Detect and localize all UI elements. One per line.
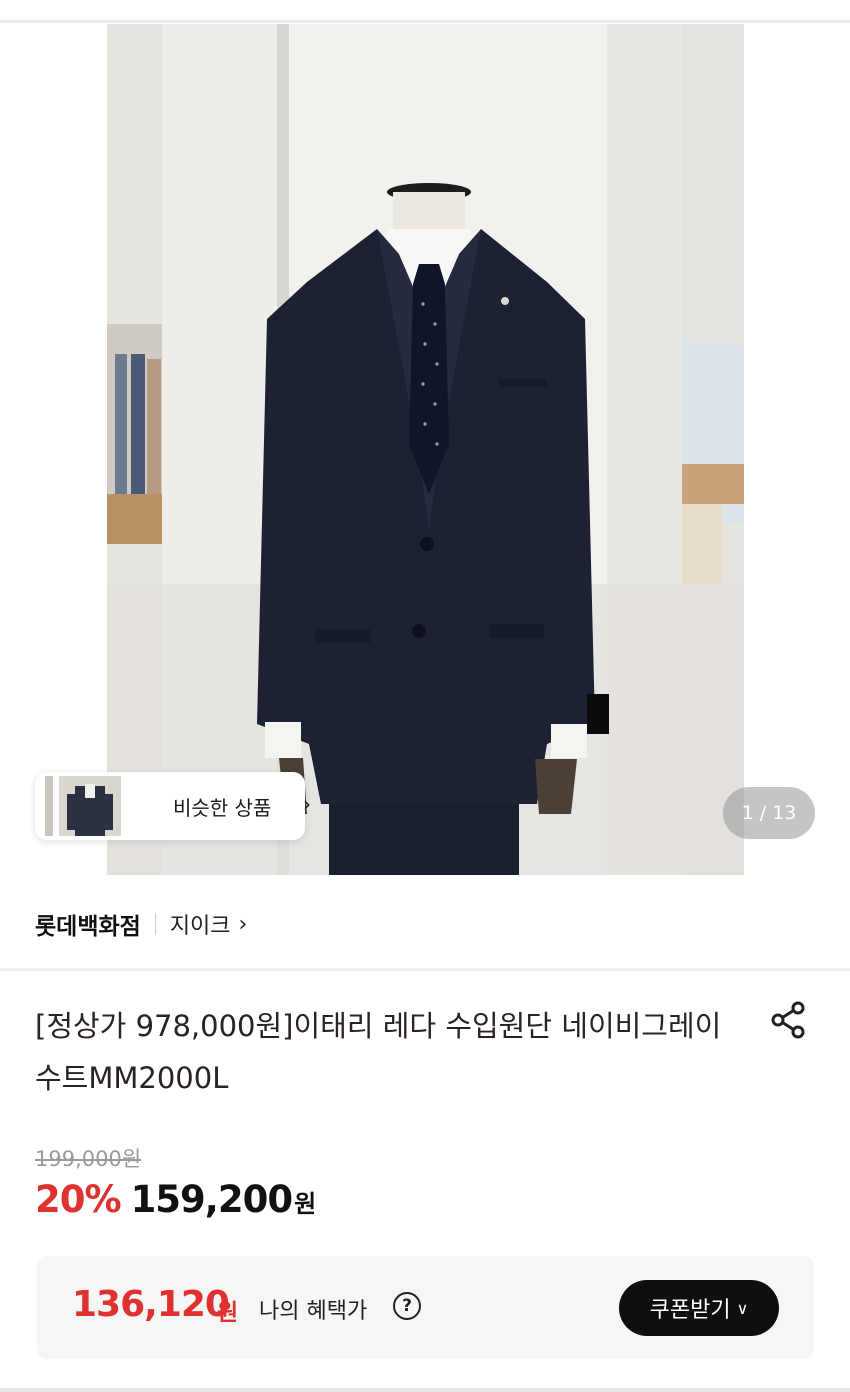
brand-separator [154, 913, 156, 935]
benefit-price-unit: 원 [217, 1300, 239, 1326]
get-coupon-button[interactable]: 쿠폰받기 ∨ [619, 1280, 779, 1336]
get-coupon-label: 쿠폰받기 [649, 1298, 731, 1323]
similar-products-button[interactable]: 비슷한 상품 › [35, 772, 311, 840]
brand-row: 롯데백화점 지이크 › [35, 904, 247, 944]
suit-mannequin-image [107, 24, 744, 875]
product-photo[interactable] [107, 24, 744, 875]
product-title: [정상가 978,000원]이태리 레다 수입원단 네이비그레이 수트MM200… [35, 1009, 722, 1095]
share-button[interactable] [766, 998, 810, 1042]
chevron-right-icon: › [303, 792, 311, 816]
sale-price: 159,200 [130, 1178, 294, 1221]
benefit-price-box: 136,120 원 나의 혜택가 ? 쿠폰받기 ∨ [37, 1256, 814, 1359]
discount-rate: 20% [35, 1178, 122, 1221]
chevron-right-icon[interactable]: › [239, 912, 248, 937]
share-icon [771, 1001, 805, 1039]
top-divider [0, 20, 850, 23]
similar-product-thumbnail [45, 776, 121, 836]
brand-name-link[interactable]: 지이크 [170, 908, 231, 940]
benefit-price-label: 나의 혜택가 [259, 1299, 368, 1324]
original-price: 199,000원 [35, 1147, 142, 1171]
help-icon[interactable]: ? [393, 1292, 421, 1320]
section-divider [0, 968, 850, 971]
store-name-link[interactable]: 롯데백화점 [35, 907, 141, 941]
similar-products-label: 비슷한 상품 [173, 796, 272, 820]
image-page-counter: 1 / 13 [723, 787, 815, 839]
sale-price-unit: 원 [294, 1190, 317, 1218]
sale-price-row: 20% 159,200 원 [35, 1178, 316, 1221]
product-image-gallery[interactable]: 비슷한 상품 › 1 / 13 [0, 24, 850, 875]
chevron-down-icon: ∨ [736, 1298, 749, 1318]
benefit-price: 136,120 [72, 1284, 230, 1325]
bottom-divider [0, 1388, 850, 1392]
